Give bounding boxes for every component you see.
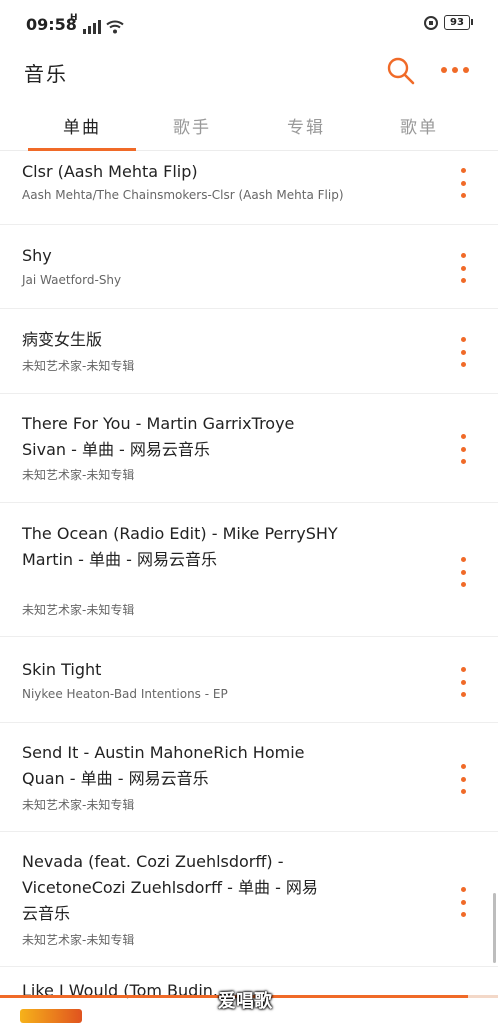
song-subtitle: Aash Mehta/The Chainsmokers-Clsr (Aash M… xyxy=(22,188,344,202)
list-item[interactable]: Skin Tight Niykee Heaton-Bad Intentions … xyxy=(0,637,498,723)
song-title: Clsr (Aash Mehta Flip) xyxy=(22,162,198,181)
song-more-button[interactable] xyxy=(455,557,471,587)
song-more-button[interactable] xyxy=(455,887,471,917)
list-item[interactable]: Nevada (feat. Cozi Zuehlsdorff) - Viceto… xyxy=(0,832,498,967)
song-title: There For You - Martin GarrixTroye Sivan… xyxy=(22,414,295,459)
scrollbar-thumb[interactable] xyxy=(493,893,496,963)
song-subtitle: 未知艺术家-未知专辑 xyxy=(22,359,135,373)
song-title: Send It - Austin MahoneRich Homie Quan -… xyxy=(22,743,305,788)
status-network-icons: H xyxy=(70,14,124,34)
song-subtitle: 未知艺术家-未知专辑 xyxy=(22,933,135,947)
battery-icon: 93 xyxy=(444,15,473,30)
more-options-button[interactable] xyxy=(438,58,472,82)
song-title: Nevada (feat. Cozi Zuehlsdorff) - Viceto… xyxy=(22,852,318,923)
network-type-label: H xyxy=(70,13,78,23)
song-subtitle: Jai Waetford-Shy xyxy=(22,273,122,287)
song-list: Clsr (Aash Mehta Flip) Aash Mehta/The Ch… xyxy=(0,151,498,967)
song-subtitle: 未知艺术家-未知专辑 xyxy=(22,603,135,617)
album-art-thumbnail[interactable] xyxy=(20,1009,82,1023)
signal-icon xyxy=(82,18,101,34)
wifi-icon xyxy=(105,20,124,34)
list-item[interactable]: Clsr (Aash Mehta Flip) Aash Mehta/The Ch… xyxy=(0,151,498,225)
song-title: 病变女生版 xyxy=(22,330,103,349)
status-bar: 09:58 H 93 xyxy=(0,0,498,50)
list-item[interactable]: Shy Jai Waetford-Shy xyxy=(0,225,498,309)
list-item[interactable]: Send It - Austin MahoneRich Homie Quan -… xyxy=(0,723,498,832)
song-subtitle: 未知艺术家-未知专辑 xyxy=(22,798,135,812)
page-title: 音乐 xyxy=(24,62,68,86)
song-subtitle: Niykee Heaton-Bad Intentions - EP xyxy=(22,687,228,701)
song-more-button[interactable] xyxy=(455,168,471,198)
song-title: Shy xyxy=(22,246,52,265)
search-button[interactable] xyxy=(386,56,416,86)
status-right-icons: 93 xyxy=(424,15,473,30)
song-more-button[interactable] xyxy=(455,764,471,794)
tab-artists[interactable]: 歌手 xyxy=(136,113,248,138)
more-horizontal-icon xyxy=(441,67,469,73)
song-more-button[interactable] xyxy=(455,253,471,283)
mini-player[interactable]: Like I Would (Tom Budin... 爱唱歌 xyxy=(0,981,498,1023)
search-icon xyxy=(387,57,415,85)
tab-songs[interactable]: 单曲 xyxy=(26,113,138,138)
song-subtitle: 未知艺术家-未知专辑 xyxy=(22,468,135,482)
tab-bar: 单曲 歌手 专辑 歌单 xyxy=(0,103,498,151)
song-more-button[interactable] xyxy=(455,337,471,367)
watermark: 爱唱歌 xyxy=(218,991,272,1012)
tab-playlists[interactable]: 歌单 xyxy=(363,113,475,138)
tab-albums[interactable]: 专辑 xyxy=(250,113,362,138)
list-item[interactable]: There For You - Martin GarrixTroye Sivan… xyxy=(0,394,498,503)
song-more-button[interactable] xyxy=(455,667,471,697)
song-more-button[interactable] xyxy=(455,434,471,464)
song-title: The Ocean (Radio Edit) - Mike PerrySHY M… xyxy=(22,524,338,569)
song-title: Skin Tight xyxy=(22,660,102,679)
list-item[interactable]: The Ocean (Radio Edit) - Mike PerrySHY M… xyxy=(0,503,498,637)
app-header: 音乐 xyxy=(0,50,498,95)
list-item[interactable]: 病变女生版 未知艺术家-未知专辑 xyxy=(0,309,498,394)
lock-icon xyxy=(424,15,438,30)
